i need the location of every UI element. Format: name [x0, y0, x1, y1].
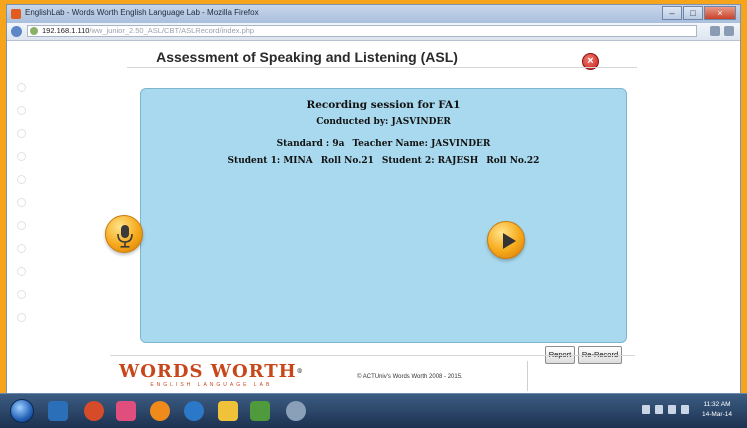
- logo-subtitle: ENGLISH LANGUAGE LAB: [150, 382, 273, 388]
- folder-icon[interactable]: [218, 401, 238, 421]
- logo-registered: ®: [296, 368, 304, 375]
- document-app-icon[interactable]: [250, 401, 270, 421]
- page-title: Assessment of Speaking and Listening (AS…: [156, 49, 458, 65]
- page-content: Assessment of Speaking and Listening (AS…: [7, 41, 740, 394]
- taskbar: 11:32 AM 14-Mar-14: [0, 393, 747, 428]
- decor-dot: [17, 267, 26, 276]
- clock[interactable]: 11:32 AM 14-Mar-14: [695, 400, 739, 420]
- decor-dot: [17, 152, 26, 161]
- student2-name: Student 2: RAJESH: [381, 156, 479, 166]
- footer-divider: [110, 355, 635, 356]
- decor-dot: [17, 313, 26, 322]
- standard-teacher-row: Standard : 9a Teacher Name: JASVINDER: [141, 139, 626, 149]
- teacher-name: Teacher Name: JASVINDER: [352, 139, 491, 149]
- student2-roll: Roll No.22: [486, 156, 540, 166]
- decor-dot: [17, 83, 26, 92]
- student1-name: Student 1: MINA: [227, 156, 313, 166]
- firefox-taskbar-icon[interactable]: [184, 401, 204, 421]
- site-identity-icon[interactable]: [30, 27, 38, 35]
- browser-window: EnglishLab - Words Worth English Languag…: [6, 4, 741, 394]
- toolbar-icons: [710, 26, 734, 36]
- play-icon: [503, 233, 516, 249]
- start-button-icon[interactable]: [10, 399, 34, 423]
- standard-label: Standard : 9a: [276, 139, 345, 149]
- back-icon[interactable]: [11, 26, 22, 37]
- clock-time: 11:32 AM: [703, 401, 731, 408]
- students-row: Student 1: MINA Roll No.21 Student 2: RAJE…: [141, 156, 626, 166]
- volume-icon[interactable]: [681, 405, 689, 414]
- decor-dot: [17, 244, 26, 253]
- header-divider: [127, 67, 637, 68]
- maximize-button[interactable]: □: [683, 6, 703, 20]
- url-host: 192.168.1.110: [42, 26, 90, 35]
- recording-session-panel: Recording session for FA1 Conducted by: …: [140, 88, 627, 343]
- session-title: Recording session for FA1: [306, 99, 461, 111]
- url-input[interactable]: 192.168.1.110/ww_junior_2.50_ASL/CBT/ASL…: [27, 25, 697, 37]
- minimize-button[interactable]: –: [662, 6, 682, 20]
- window-title: EnglishLab - Words Worth English Languag…: [25, 8, 259, 17]
- flag-icon[interactable]: [668, 405, 676, 414]
- title-bar: EnglishLab - Words Worth English Languag…: [7, 5, 740, 24]
- decor-dot: [17, 198, 26, 207]
- clock-date: 14-Mar-14: [702, 411, 732, 418]
- footer-vertical-divider: [527, 361, 528, 391]
- extension-icon[interactable]: [724, 26, 734, 36]
- bookmark-star-icon[interactable]: [710, 26, 720, 36]
- url-path: /ww_junior_2.50_ASL/CBT/ASLRecord/index.…: [89, 26, 255, 35]
- record-mic-button[interactable]: [105, 215, 143, 253]
- microphone-icon: [117, 225, 133, 248]
- logo-text: WORDS WORTH: [119, 361, 297, 382]
- firefox-icon: [11, 9, 21, 19]
- play-button[interactable]: [487, 221, 525, 259]
- app-icon[interactable]: [84, 401, 104, 421]
- decor-dot: [17, 290, 26, 299]
- network-icon[interactable]: [655, 405, 663, 414]
- chrome-icon[interactable]: [150, 401, 170, 421]
- address-bar: 192.168.1.110/ww_junior_2.50_ASL/CBT/ASL…: [7, 23, 740, 41]
- tray-arrow-icon[interactable]: [642, 405, 650, 414]
- tray-icons: [642, 405, 689, 414]
- decor-dot: [17, 221, 26, 230]
- copyright-text: © ACTUniv's Words Worth 2008 - 2015.: [357, 374, 463, 380]
- student1-roll: Roll No.21: [320, 156, 374, 166]
- app-icon[interactable]: [116, 401, 136, 421]
- system-tray: 11:32 AM 14-Mar-14: [619, 400, 739, 422]
- left-decoration: [17, 83, 26, 336]
- decor-dot: [17, 129, 26, 138]
- conducted-by: Conducted by: JASVINDER: [316, 117, 451, 127]
- decor-dot: [17, 175, 26, 184]
- words-worth-logo: WORDS WORTH® ENGLISH LANGUAGE LAB: [119, 361, 304, 389]
- app-icon[interactable]: [286, 401, 306, 421]
- window-controls: – □ ×: [662, 6, 736, 20]
- media-app-icon[interactable]: [48, 401, 68, 421]
- decor-dot: [17, 106, 26, 115]
- close-window-button[interactable]: ×: [704, 6, 736, 20]
